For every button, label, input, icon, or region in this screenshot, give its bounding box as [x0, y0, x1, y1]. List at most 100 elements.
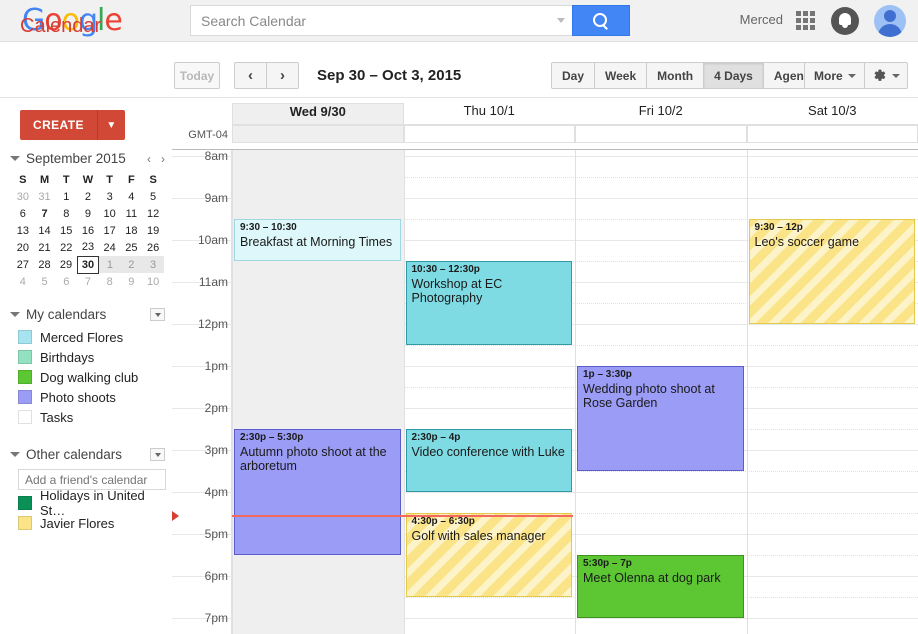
minical-day[interactable]: 14 — [34, 222, 56, 239]
minical-prev-button[interactable]: ‹ — [147, 152, 151, 166]
calendar-list-item[interactable]: Photo shoots — [18, 387, 168, 407]
event-soccer[interactable]: 9:30 – 12pLeo's soccer game — [749, 219, 916, 324]
minical-day[interactable]: 4 — [12, 273, 34, 290]
time-grid-scroll[interactable]: 8am9am10am11am12pm1pm2pm3pm4pm5pm6pm7pm … — [172, 149, 918, 634]
all-day-slot-2[interactable] — [575, 125, 747, 143]
minical-day[interactable]: 7 — [34, 205, 56, 222]
minical-day[interactable]: 7 — [77, 273, 99, 290]
view-tab-week[interactable]: Week — [594, 62, 647, 89]
minical-day[interactable]: 21 — [34, 239, 56, 256]
minical-day[interactable]: 9 — [121, 273, 143, 290]
minical-day[interactable]: 24 — [99, 239, 121, 256]
collapse-triangle-icon[interactable] — [10, 452, 20, 457]
minical-day[interactable]: 22 — [55, 239, 77, 256]
minical-day[interactable]: 18 — [121, 222, 143, 239]
other-calendars-options-button[interactable] — [150, 448, 165, 461]
calendar-color-swatch[interactable] — [18, 330, 32, 344]
create-dropdown-arrow[interactable]: ▼ — [97, 110, 125, 140]
minical-day[interactable]: 29 — [55, 256, 77, 273]
all-day-slot-3[interactable] — [747, 125, 918, 143]
minical-day[interactable]: 15 — [55, 222, 77, 239]
minical-day[interactable]: 30 — [12, 188, 34, 205]
search-button[interactable] — [572, 5, 630, 36]
calendar-color-swatch[interactable] — [18, 370, 32, 384]
minical-day[interactable]: 12 — [142, 205, 164, 222]
calendar-list-item[interactable]: Dog walking club — [18, 367, 168, 387]
my-calendars-options-button[interactable] — [150, 308, 165, 321]
hour-label: 4pm — [172, 485, 228, 499]
calendar-list-item[interactable]: Merced Flores — [18, 327, 168, 347]
more-button[interactable]: More — [804, 62, 866, 89]
day-header-2[interactable]: Fri 10/2 — [575, 103, 747, 125]
calendar-color-swatch[interactable] — [18, 496, 32, 510]
minical-day[interactable]: 3 — [99, 188, 121, 205]
event-wedding-shoot[interactable]: 1p – 3:30pWedding photo shoot at Rose Ga… — [577, 366, 744, 471]
calendar-color-swatch[interactable] — [18, 350, 32, 364]
chevron-down-icon[interactable] — [557, 18, 565, 23]
calendar-color-swatch[interactable] — [18, 516, 32, 530]
calendar-name: Javier Flores — [40, 516, 114, 531]
all-day-slot-1[interactable] — [404, 125, 576, 143]
minical-day[interactable]: 5 — [142, 188, 164, 205]
event-autumn-shoot[interactable]: 2:30p – 5:30pAutumn photo shoot at the a… — [234, 429, 401, 555]
minical-day[interactable]: 10 — [99, 205, 121, 222]
add-friend-calendar-input[interactable] — [18, 469, 166, 490]
today-button[interactable]: Today — [174, 62, 220, 89]
calendar-list-item[interactable]: Holidays in United St… — [18, 493, 168, 513]
minical-day[interactable]: 9 — [77, 205, 99, 222]
view-tab-day[interactable]: Day — [551, 62, 595, 89]
minical-day[interactable]: 25 — [121, 239, 143, 256]
view-tab-4-days[interactable]: 4 Days — [703, 62, 764, 89]
minical-day[interactable]: 8 — [99, 273, 121, 290]
create-button[interactable]: CREATE ▼ — [20, 110, 125, 140]
calendar-color-swatch[interactable] — [18, 390, 32, 404]
account-name[interactable]: Merced — [740, 12, 783, 27]
prev-period-button[interactable]: ‹ — [234, 62, 267, 89]
collapse-triangle-icon[interactable] — [10, 156, 20, 161]
search-input[interactable] — [191, 6, 572, 35]
minical-day[interactable]: 6 — [12, 205, 34, 222]
minical-day[interactable]: 5 — [34, 273, 56, 290]
minical-day[interactable]: 1 — [55, 188, 77, 205]
minical-day[interactable]: 1 — [99, 256, 121, 273]
minical-day[interactable]: 26 — [142, 239, 164, 256]
calendar-color-swatch[interactable] — [18, 410, 32, 424]
minical-day[interactable]: 13 — [12, 222, 34, 239]
event-workshop[interactable]: 10:30 – 12:30pWorkshop at EC Photography — [406, 261, 573, 345]
minical-day[interactable]: 23 — [77, 239, 99, 256]
minical-day[interactable]: 28 — [34, 256, 56, 273]
next-period-button[interactable]: › — [266, 62, 299, 89]
apps-grid-icon[interactable] — [796, 11, 815, 30]
event-breakfast[interactable]: 9:30 – 10:30Breakfast at Morning Times — [234, 219, 401, 261]
minical-day[interactable]: 2 — [121, 256, 143, 273]
settings-button[interactable] — [864, 62, 908, 89]
minical-day[interactable]: 19 — [142, 222, 164, 239]
minical-day[interactable]: 6 — [55, 273, 77, 290]
minical-day[interactable]: 16 — [77, 222, 99, 239]
avatar[interactable] — [874, 5, 906, 37]
calendar-list-item[interactable]: Tasks — [18, 407, 168, 427]
notifications-bell-icon[interactable] — [831, 7, 859, 35]
minical-day[interactable]: 10 — [142, 273, 164, 290]
minical-day[interactable]: 31 — [34, 188, 56, 205]
event-golf[interactable]: 4:30p – 6:30pGolf with sales manager — [406, 513, 573, 597]
day-header-1[interactable]: Thu 10/1 — [404, 103, 576, 125]
minical-day[interactable]: 8 — [55, 205, 77, 222]
view-tab-month[interactable]: Month — [646, 62, 704, 89]
calendar-list-item[interactable]: Birthdays — [18, 347, 168, 367]
minical-day[interactable]: 3 — [142, 256, 164, 273]
minical-day[interactable]: 20 — [12, 239, 34, 256]
minical-day[interactable]: 17 — [99, 222, 121, 239]
minical-day[interactable]: 11 — [121, 205, 143, 222]
collapse-triangle-icon[interactable] — [10, 312, 20, 317]
all-day-slot-0[interactable] — [232, 125, 404, 143]
event-dog-park[interactable]: 5:30p – 7pMeet Olenna at dog park — [577, 555, 744, 618]
event-video-conference[interactable]: 2:30p – 4pVideo conference with Luke — [406, 429, 573, 492]
minical-next-button[interactable]: › — [161, 152, 165, 166]
minical-day[interactable]: 2 — [77, 188, 99, 205]
minical-day[interactable]: 27 — [12, 256, 34, 273]
day-header-0[interactable]: Wed 9/30 — [232, 103, 404, 125]
minical-day[interactable]: 30 — [77, 256, 99, 273]
day-header-3[interactable]: Sat 10/3 — [747, 103, 918, 125]
minical-day[interactable]: 4 — [121, 188, 143, 205]
